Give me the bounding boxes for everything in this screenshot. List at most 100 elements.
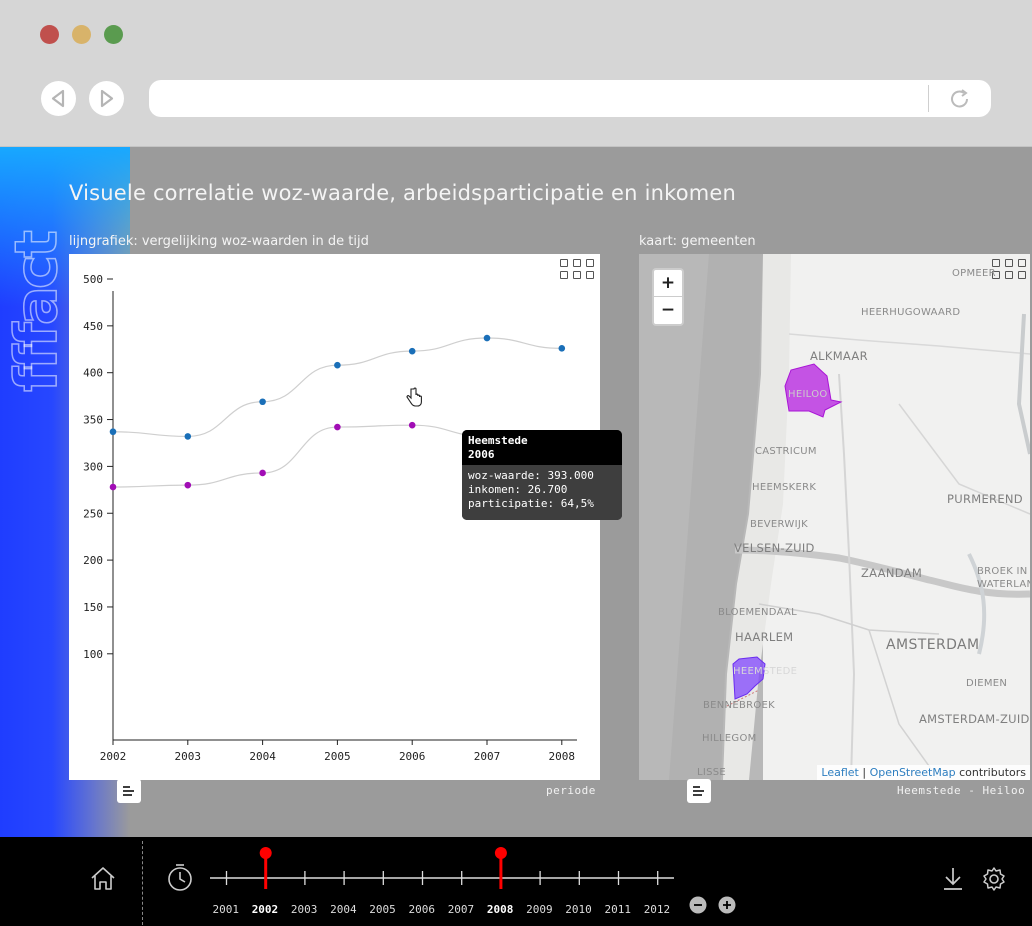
chart-footer-label: periode: [546, 784, 596, 797]
timeline-year-label[interactable]: 2006: [409, 903, 436, 916]
map-label-diemen: DIEMEN: [966, 678, 1008, 689]
timeline-divider: [142, 841, 143, 925]
chart-tooltip: Heemstede 2006 woz-waarde: 393.000 inkom…: [462, 430, 622, 520]
map-menu-button[interactable]: [687, 779, 711, 803]
series-1-point: [334, 423, 341, 431]
back-icon: [51, 89, 65, 108]
timeline-year-label[interactable]: 2009: [526, 903, 553, 916]
x-tick-label: 2002: [100, 750, 127, 763]
zoom-in-button[interactable]: +: [654, 270, 682, 297]
attribution-separator: |: [862, 766, 867, 779]
y-tick-label: 400: [83, 367, 103, 380]
forward-icon: [100, 89, 114, 108]
tooltip-participatie: participatie: 64,5%: [468, 497, 594, 510]
tooltip-inkomen: inkomen: 26.700: [468, 483, 568, 496]
timeline-zoom-in-icon[interactable]: [717, 895, 737, 915]
timeline-year-label[interactable]: 2002: [252, 903, 279, 916]
series-0-point: [259, 398, 266, 406]
series-0-point: [558, 345, 566, 352]
x-tick-label: 2007: [474, 750, 501, 763]
tooltip-year: 2006: [468, 448, 495, 461]
y-tick-label: 250: [83, 507, 103, 520]
y-tick-label: 300: [83, 460, 103, 473]
y-tick-label: 200: [83, 554, 103, 567]
attribution-suffix: contributors: [959, 766, 1026, 779]
map-label-bloemendaal: BLOEMENDAAL: [718, 607, 798, 618]
tooltip-woz: woz-waarde: 393.000: [468, 469, 594, 482]
map-label-opmeer: OPMEER: [952, 268, 996, 279]
map-label-amsterdam-zuidoost: AMSTERDAM-ZUIDO: [919, 712, 1030, 726]
series-line-0: [112, 337, 562, 438]
map-label-purmerend: PURMEREND: [947, 492, 1023, 506]
timeline-year-label[interactable]: 2003: [291, 903, 318, 916]
y-tick-label: 150: [83, 601, 103, 614]
timeline-year-label[interactable]: 2011: [605, 903, 632, 916]
x-tick-label: 2005: [324, 750, 351, 763]
map-label-heemskerk: HEEMSKERK: [752, 482, 817, 493]
reload-icon[interactable]: [947, 86, 973, 112]
timer-icon[interactable]: [165, 863, 195, 893]
series-0-point: [184, 433, 192, 440]
settings-gear-icon[interactable]: [980, 865, 1008, 893]
address-bar-divider: [928, 85, 929, 112]
map-panel-label: kaart: gemeenten: [639, 234, 756, 249]
timeline-year-label[interactable]: 2007: [448, 903, 475, 916]
map-label-haarlem: HAARLEM: [735, 630, 794, 644]
x-tick-label: 2004: [249, 750, 276, 763]
openstreetmap-link[interactable]: OpenStreetMap: [870, 766, 956, 779]
home-icon[interactable]: [88, 865, 118, 893]
map-label-alkmaar: ALKMAAR: [810, 349, 868, 363]
window-minimize-dot[interactable]: [72, 25, 91, 44]
timeline-year-label[interactable]: 2010: [565, 903, 592, 916]
chart-layout-grid-icon[interactable]: [560, 259, 596, 283]
timeline-year-label[interactable]: 2008: [487, 903, 514, 916]
y-tick-label: 100: [83, 648, 103, 661]
forward-button[interactable]: [89, 81, 124, 116]
map-panel[interactable]: + − OPMEER HEERHUGOWAARD ALKMAAR HEILOO …: [639, 254, 1030, 780]
download-icon[interactable]: [940, 865, 966, 893]
timeline-year-label[interactable]: 2005: [369, 903, 396, 916]
map-label-hillegom: HILLEGOM: [702, 733, 757, 744]
window-close-dot[interactable]: [40, 25, 59, 44]
timeline-year-label[interactable]: 2004: [330, 903, 357, 916]
page-title: Visuele correlatie woz-waarde, arbeidspa…: [69, 181, 737, 205]
map-layout-grid-icon[interactable]: [992, 259, 1028, 283]
series-0-point: [408, 347, 416, 355]
map-label-beverwijk: BEVERWIJK: [750, 519, 808, 530]
zoom-out-button[interactable]: −: [654, 297, 682, 323]
timeline-year-label[interactable]: 2001: [213, 903, 240, 916]
tooltip-title: Heemstede: [468, 434, 528, 447]
chart-menu-button[interactable]: [117, 779, 141, 803]
series-0-point: [334, 361, 341, 369]
map-canvas: [639, 254, 1030, 780]
map-label-bennebroek: BENNEBROEK: [703, 700, 776, 711]
back-button[interactable]: [41, 81, 76, 116]
zoom-control: + −: [652, 268, 684, 326]
map-attribution: Leaflet | OpenStreetMap contributors: [817, 765, 1030, 780]
brand-logo: fffact: [1, 232, 71, 392]
timeline-year-label[interactable]: 2012: [644, 903, 671, 916]
timeline-track[interactable]: [200, 837, 690, 897]
hand-cursor-icon: [406, 387, 422, 407]
series-1-point: [259, 469, 266, 477]
map-label-broek: BROEK IN: [977, 566, 1028, 577]
window-maximize-dot[interactable]: [104, 25, 123, 44]
address-bar[interactable]: [149, 80, 991, 117]
timeline-bar: 2001 2002 2003 2004 2005 2006 2007 2008 2009 2010…: [0, 837, 1032, 926]
browser-chrome: [0, 0, 1032, 147]
y-tick-label: 450: [83, 320, 103, 333]
menu-lines-icon: [123, 786, 134, 796]
timeline-marker-handle[interactable]: [494, 847, 507, 859]
timeline-zoom-out-icon[interactable]: [688, 895, 708, 915]
map-label-zaandam: ZAANDAM: [861, 566, 923, 580]
map-label-velsen-zuid: VELSEN-ZUID: [734, 541, 815, 555]
map-label-amsterdam: AMSTERDAM: [886, 637, 980, 653]
timeline-marker-handle[interactable]: [259, 847, 272, 859]
map-label-heerhugowaard: HEERHUGOWAARD: [861, 307, 961, 318]
app-area: fffact Visuele correlatie woz-waarde, ar…: [0, 147, 1032, 837]
series-1-point: [109, 483, 117, 491]
chart-panel-label: lijngrafiek: vergelijking woz-waarden in…: [69, 234, 369, 249]
menu-lines-icon: [693, 786, 704, 796]
leaflet-link[interactable]: Leaflet: [821, 766, 858, 779]
map-label-castricum: CASTRICUM: [755, 446, 817, 457]
